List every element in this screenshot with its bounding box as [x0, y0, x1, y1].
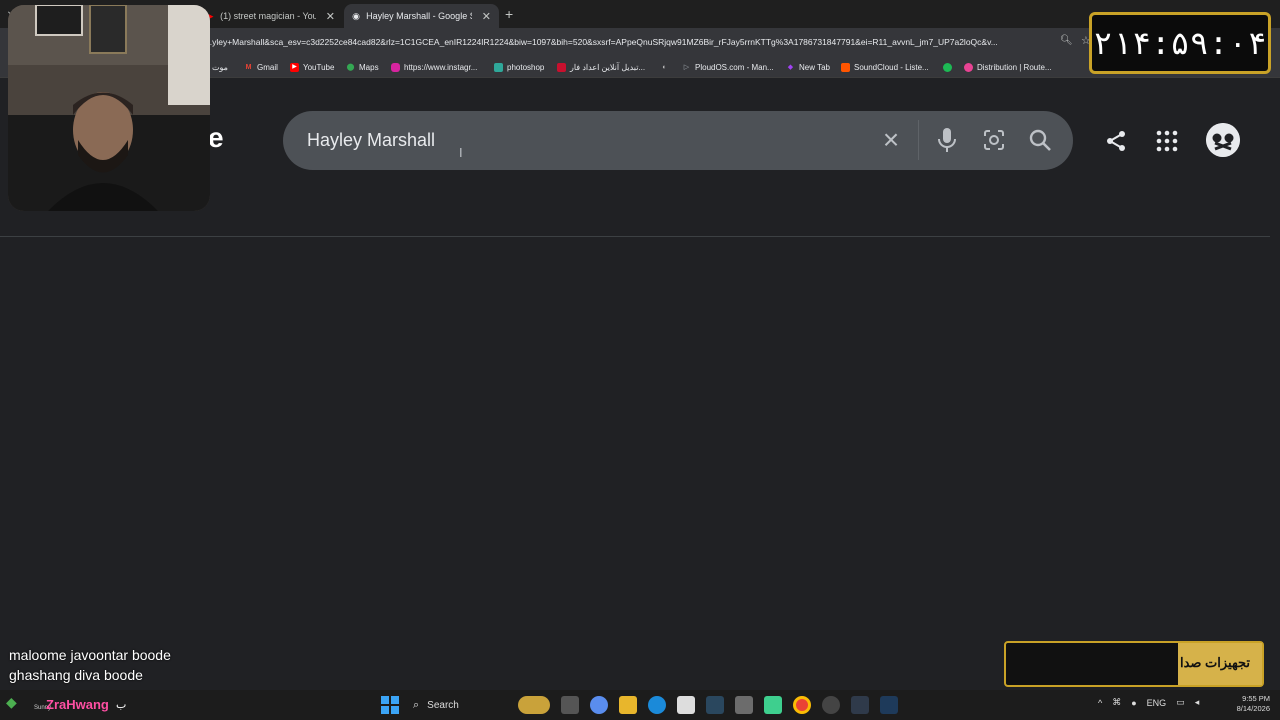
bookmark-label: New Tab	[799, 62, 830, 72]
steam-icon[interactable]	[706, 696, 724, 714]
google-lens-icon[interactable]	[982, 128, 1006, 152]
gmail-icon: M	[245, 63, 252, 71]
bookmark-distribution[interactable]: Distribution | Route...	[964, 61, 1052, 73]
search-icon: ⌕	[413, 698, 420, 711]
search-icon[interactable]	[1028, 128, 1052, 152]
google-apps-icon[interactable]	[1156, 130, 1178, 152]
display-icon[interactable]: ▭	[1176, 697, 1185, 708]
instagram-icon	[391, 62, 400, 72]
header-divider	[0, 236, 1270, 237]
youtube-icon: ▶	[290, 62, 299, 72]
bookmark-instagram[interactable]: https://www.instagr...	[391, 61, 477, 73]
bookmark-label: PloudOS.com - Man...	[695, 62, 774, 72]
ploudos-icon: ▷	[683, 63, 690, 71]
bookmark-label: Maps	[359, 62, 379, 72]
windows-start-icon[interactable]	[381, 696, 399, 714]
close-tab-icon[interactable]: ✕	[326, 10, 335, 23]
copilot-icon[interactable]	[590, 696, 608, 714]
lock-app-icon[interactable]	[735, 696, 753, 714]
bookmark-label: SoundCloud - Liste...	[854, 62, 929, 72]
bookmark-label: Distribution | Route...	[977, 62, 1052, 72]
webcam-person-image	[8, 5, 210, 211]
steam-secondary-icon[interactable]	[880, 696, 898, 714]
file-explorer-icon[interactable]	[619, 696, 637, 714]
chat-overlay: maloome javoontar boode ghashang diva bo…	[0, 645, 280, 690]
bookmark-maps[interactable]: ⬤ Maps	[346, 61, 379, 73]
chrome-icon[interactable]	[793, 696, 811, 714]
spotify-icon	[943, 62, 952, 72]
weather-widget[interactable]: ◆ Sunny	[6, 694, 51, 711]
google-favicon-icon: ◉	[352, 10, 360, 21]
bookmark-label: Gmail	[257, 62, 278, 72]
chat-message: ghashang diva boode	[9, 667, 143, 683]
chat-message: maloome javoontar boode	[9, 647, 171, 663]
clock-date: 8/14/2026	[1236, 704, 1270, 713]
close-tab-icon[interactable]: ✕	[482, 10, 491, 23]
volume-icon[interactable]: ◂	[1195, 697, 1200, 708]
account-avatar[interactable]	[1206, 123, 1240, 157]
bookmark-globe[interactable]: ◐	[660, 61, 673, 73]
bookmark-new-tab[interactable]: ◆ New Tab	[786, 61, 830, 73]
photoshop-icon	[494, 62, 503, 72]
task-view-icon[interactable]	[561, 696, 579, 714]
bookmark-soundcloud[interactable]: SoundCloud - Liste...	[841, 61, 929, 73]
address-bar[interactable]: ...yley+Marshall&sca_esv=c3d2252ce84cad8…	[205, 32, 1085, 52]
clear-search-icon[interactable]: ×	[878, 125, 904, 155]
tray-chevron-icon[interactable]: ^	[1098, 698, 1102, 708]
google-logo[interactable]: e	[208, 122, 224, 154]
bookmark-gmail[interactable]: M Gmail	[244, 61, 278, 73]
taskbar-search-label: Search	[427, 699, 459, 711]
tab-title: (1) street magician - YouTube	[220, 11, 316, 21]
edge-icon[interactable]	[648, 696, 666, 714]
new-tab-button[interactable]: +	[505, 6, 513, 22]
flag-icon	[557, 62, 566, 72]
bookmark-label: تبدیل آنلاین اعداد فار...	[570, 62, 646, 72]
clock-time: 9:55 PM	[1242, 694, 1270, 703]
chat-username: ZraHwang	[46, 697, 109, 712]
zoom-icon[interactable]: 🔍︎	[1060, 35, 1073, 46]
windows-taskbar	[0, 690, 1280, 720]
store-icon[interactable]	[677, 696, 695, 714]
bookmark-photoshop[interactable]: photoshop	[494, 61, 544, 73]
bookmark-label: https://www.instagr...	[404, 62, 478, 72]
globe-icon: ◐	[662, 63, 667, 71]
mic-tray-icon[interactable]: ●	[1131, 698, 1136, 708]
microphone-icon[interactable]	[936, 127, 958, 153]
text-cursor-icon: I	[459, 145, 463, 160]
share-icon[interactable]	[1104, 129, 1128, 153]
maps-icon: ⬤	[346, 63, 355, 71]
soundcloud-icon	[841, 62, 850, 72]
language-indicator[interactable]: ENG	[1147, 698, 1167, 708]
network-icon[interactable]: ⌘	[1112, 697, 1121, 708]
bookmark-label: photoshop	[507, 62, 545, 72]
banner-text: تجهیزات صدا	[1179, 655, 1250, 670]
skull-avatar-icon	[1206, 123, 1240, 157]
bookmark-spotify[interactable]	[943, 61, 956, 73]
distribution-icon	[964, 62, 973, 72]
bookmark-label: YouTube	[303, 62, 335, 72]
bookmark-folder[interactable]: موت	[212, 61, 228, 73]
system-tray: ^ ⌘ ● ENG ▭ ◂	[1098, 697, 1199, 708]
stream-timer: ۲۱۴:۵۹:۰۴	[1089, 12, 1271, 74]
search-divider	[918, 120, 919, 160]
bookmark-label: موت	[212, 62, 228, 72]
tab-title: Hayley Marshall - Google Sear...	[366, 11, 472, 21]
green-app-icon[interactable]	[764, 696, 782, 714]
bookmark-ploudos[interactable]: ▷ PloudOS.com - Man...	[682, 61, 774, 73]
tab-youtube[interactable]: ▶ (1) street magician - YouTube ✕	[198, 4, 343, 28]
chat-username-suffix: ب	[116, 699, 127, 711]
bookmark-number-converter[interactable]: تبدیل آنلاین اعداد فار...	[557, 61, 645, 73]
tab-google-search[interactable]: ◉ Hayley Marshall - Google Sear... ✕	[344, 4, 499, 28]
taskbar-widget-icon[interactable]	[518, 696, 550, 714]
search-input[interactable]: Hayley Marshall	[307, 130, 435, 151]
taskbar-clock[interactable]: 9:55 PM 8/14/2026	[1222, 694, 1270, 714]
app-icon[interactable]	[851, 696, 869, 714]
newtab-icon: ◆	[787, 63, 794, 71]
weather-icon: ◆	[6, 694, 17, 710]
sound-equipment-banner: تجهیزات صدا	[1004, 641, 1264, 687]
obs-icon[interactable]	[822, 696, 840, 714]
bookmark-youtube[interactable]: ▶ YouTube	[290, 61, 334, 73]
webcam-overlay	[8, 5, 210, 211]
